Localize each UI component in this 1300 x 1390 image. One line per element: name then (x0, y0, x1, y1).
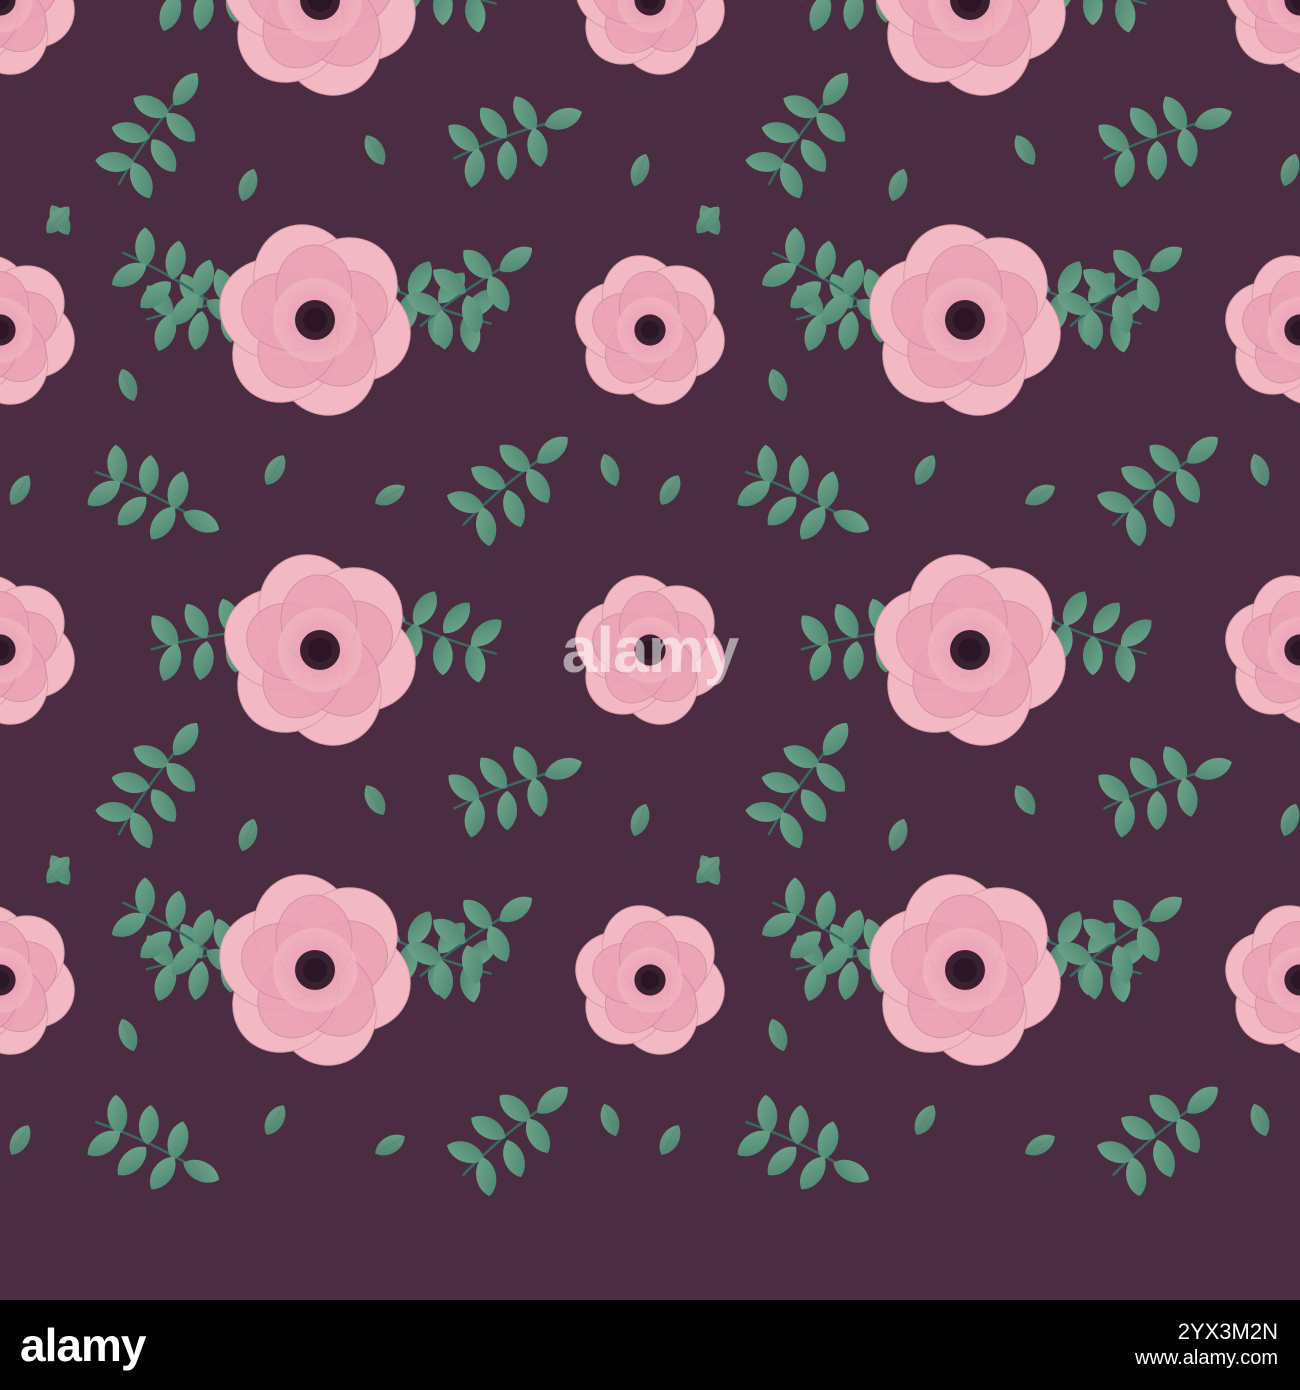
flower-center (953, 958, 977, 982)
site-url-link[interactable]: www.alamy.com (1135, 1345, 1278, 1371)
stock-footer-bar: alamy 2YX3M2N www.alamy.com (0, 1300, 1300, 1390)
flower-center (303, 308, 327, 332)
flower-center (303, 958, 327, 982)
flower-center (640, 640, 660, 660)
footer-info: 2YX3M2N www.alamy.com (1135, 1319, 1278, 1371)
alamy-logo[interactable]: alamy (20, 1318, 146, 1372)
flower-center (958, 638, 982, 662)
floral-pattern-image (0, 0, 1300, 1300)
flower-center (640, 970, 660, 990)
flower-center (953, 308, 977, 332)
image-id-label: 2YX3M2N (1177, 1319, 1278, 1344)
flower-center (308, 638, 332, 662)
anemone-pattern-illustration (0, 0, 1300, 1300)
flower-center (640, 320, 660, 340)
